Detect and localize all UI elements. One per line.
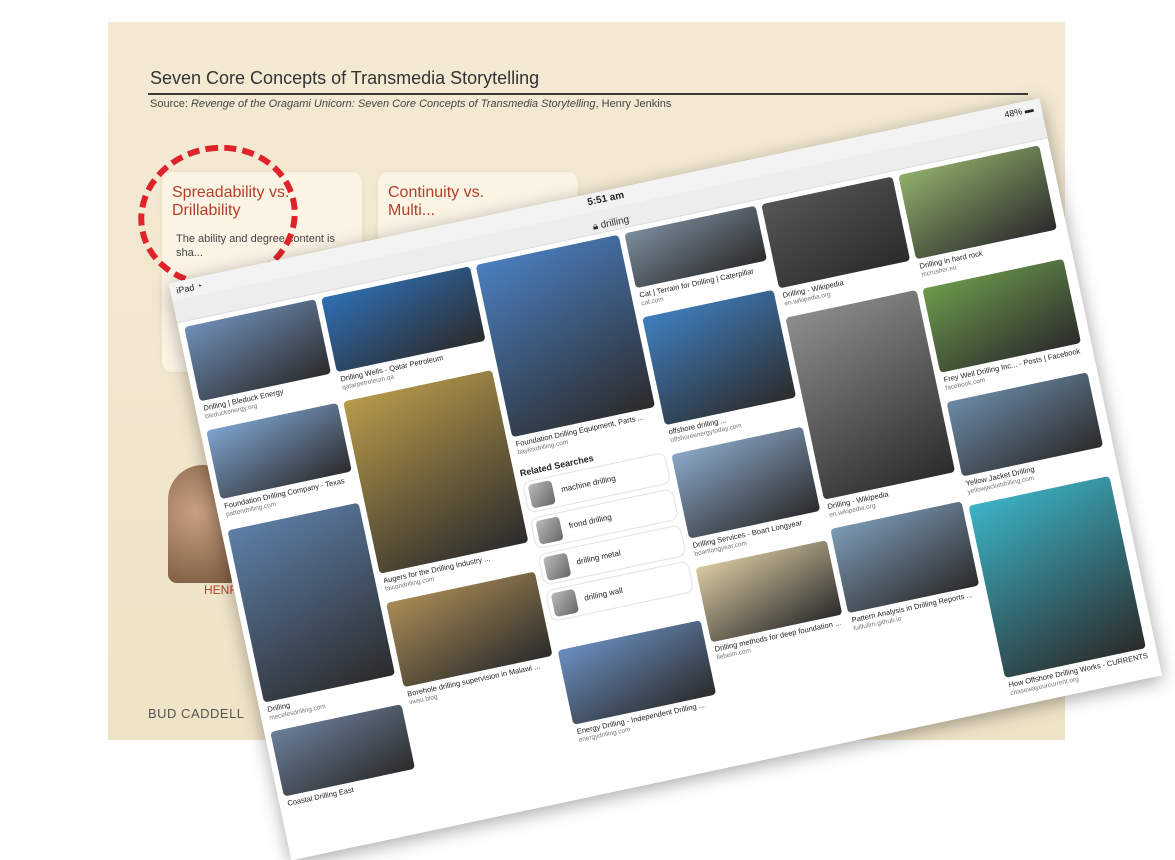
author-name: BUD CADDELL <box>148 706 245 721</box>
related-label: drilling wall <box>583 585 624 603</box>
result-tile[interactable]: Foundation Drilling Company - Texas patt… <box>206 402 358 525</box>
result-tile[interactable]: Coastal Drilling East <box>270 704 421 821</box>
related-label: machine drilling <box>560 473 617 495</box>
result-tile[interactable]: Drilling Services - Boart Longyear boart… <box>671 426 826 563</box>
result-tile[interactable]: Borehole drilling supervision in Malawi … <box>385 571 558 711</box>
related-thumb <box>535 516 564 545</box>
slide-source: Source: Revenge of the Oragami Unicorn: … <box>150 98 671 110</box>
source-prefix: Source: <box>150 98 191 110</box>
result-tile[interactable]: How Offshore Drilling Works - CURRENTS c… <box>968 475 1151 702</box>
result-tile[interactable]: Drilling - Wikipedia en.wikipedia.org <box>761 176 916 312</box>
result-image[interactable] <box>343 370 529 574</box>
result-tile[interactable]: Drilling methods for deep foundation ...… <box>695 540 848 666</box>
result-tile[interactable]: Energy Drilling - Independent Drilling .… <box>557 620 722 749</box>
result-image[interactable] <box>227 502 396 703</box>
battery-icon: ▬ <box>1023 103 1035 116</box>
result-tile[interactable]: Pattern Analysis in Drilling Reports ...… <box>830 501 985 637</box>
result-tile[interactable]: Frey Well Drilling Inc... - Posts | Face… <box>922 258 1087 397</box>
related-thumb <box>550 588 580 618</box>
related-thumb <box>527 480 557 509</box>
related-thumb <box>542 552 572 581</box>
result-tile[interactable]: offshore drilling ... offshoreenergytoda… <box>642 289 802 449</box>
source-title: Revenge of the Oragami Unicorn: Seven Co… <box>190 98 596 110</box>
result-image[interactable] <box>968 475 1146 679</box>
source-author: , Henry Jenkins <box>595 98 672 110</box>
related-searches: Related Searches machine drilling frond … <box>519 438 695 627</box>
result-tile[interactable]: Drilling in hard rock mcrusher.eu <box>898 145 1062 283</box>
slide-title: Seven Core Concepts of Transmedia Storyt… <box>150 68 540 88</box>
related-label: drilling metal <box>575 548 622 567</box>
lock-icon: 🔒︎ <box>591 220 600 233</box>
result-tile[interactable]: Drilling | Bleduck Energy bleduckenergy.… <box>184 299 337 425</box>
related-label: frond drilling <box>568 512 613 531</box>
result-image[interactable] <box>475 234 656 438</box>
battery-indicator: 48% ▬ <box>1003 103 1035 120</box>
title-divider <box>148 93 1028 95</box>
